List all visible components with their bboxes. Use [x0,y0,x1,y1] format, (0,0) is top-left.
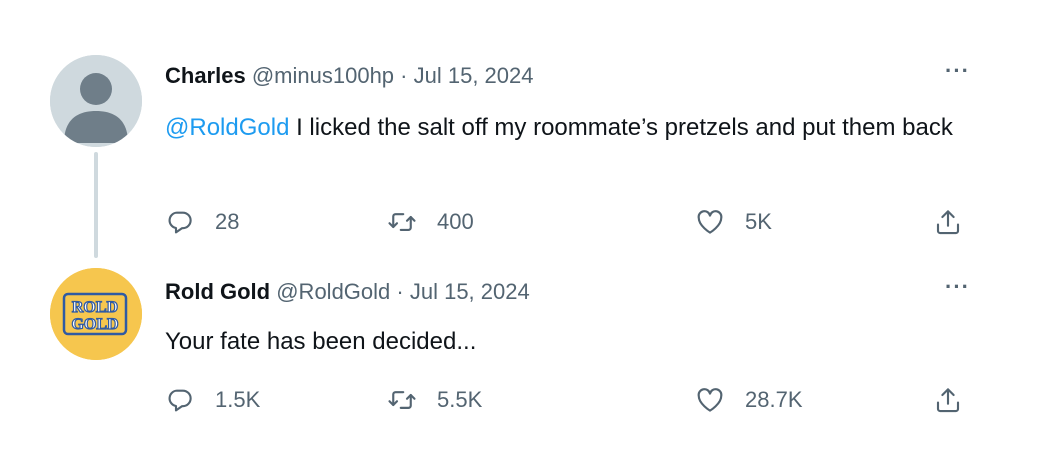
retweet-count: 400 [437,209,474,234]
display-name[interactable]: Rold Gold [165,279,270,304]
action-bar: 28 400 5K [165,204,975,240]
retweet-icon [388,391,416,409]
timestamp[interactable]: Jul 15, 2024 [410,279,530,304]
action-bar: 1.5K 5.5K 28.7K [165,382,975,418]
like-count: 5K [745,209,772,234]
separator: · [394,63,414,88]
reply-icon [168,389,192,412]
avatar[interactable]: ROLD GOLD [50,268,142,360]
share-icon [936,388,960,413]
share-button[interactable] [933,204,963,240]
tweet-header: Rold Gold @RoldGold · Jul 15, 2024 [165,278,530,306]
handle[interactable]: @RoldGold [276,279,390,304]
timestamp[interactable]: Jul 15, 2024 [414,63,534,88]
reply-icon [168,211,192,234]
like-button[interactable]: 5K [695,204,772,240]
heart-icon [697,210,723,234]
default-person-avatar-icon [50,55,142,147]
thread-connector-line [94,152,98,258]
like-button[interactable]: 28.7K [695,382,803,418]
like-count: 28.7K [745,387,803,412]
tweet-2[interactable]: ROLD GOLD Rold Gold @RoldGold · Jul 15, … [0,260,1054,464]
tweet-1[interactable]: Charles @minus100hp · Jul 15, 2024 ··· @… [0,0,1054,260]
heart-icon [697,388,723,412]
display-name[interactable]: Charles [165,63,246,88]
reply-button[interactable]: 28 [165,204,239,240]
tweet-body: Your fate has been decided... [165,328,477,355]
avatar[interactable] [50,55,142,147]
more-options-icon[interactable]: ··· [945,276,970,298]
share-icon [936,210,960,235]
retweet-icon [388,213,416,231]
reply-button[interactable]: 1.5K [165,382,260,418]
tweet-text: Your fate has been decided... [165,324,985,360]
tweet-body: I licked the salt off my roommate’s pret… [289,114,953,141]
tweet-header: Charles @minus100hp · Jul 15, 2024 [165,62,533,90]
reply-count: 1.5K [215,387,261,412]
share-button[interactable] [933,382,963,418]
tweet-text: @RoldGold I licked the salt off my roomm… [165,110,985,146]
reply-count: 28 [215,209,240,234]
svg-text:ROLD: ROLD [72,299,118,316]
retweet-button[interactable]: 400 [387,204,474,240]
retweet-button[interactable]: 5.5K [387,382,482,418]
mention-link[interactable]: @RoldGold [165,114,289,141]
separator: · [390,279,410,304]
rold-gold-logo-icon: ROLD GOLD [50,268,142,360]
handle[interactable]: @minus100hp [252,63,394,88]
svg-text:GOLD: GOLD [71,316,118,333]
more-options-icon[interactable]: ··· [945,60,970,82]
retweet-count: 5.5K [437,387,483,412]
